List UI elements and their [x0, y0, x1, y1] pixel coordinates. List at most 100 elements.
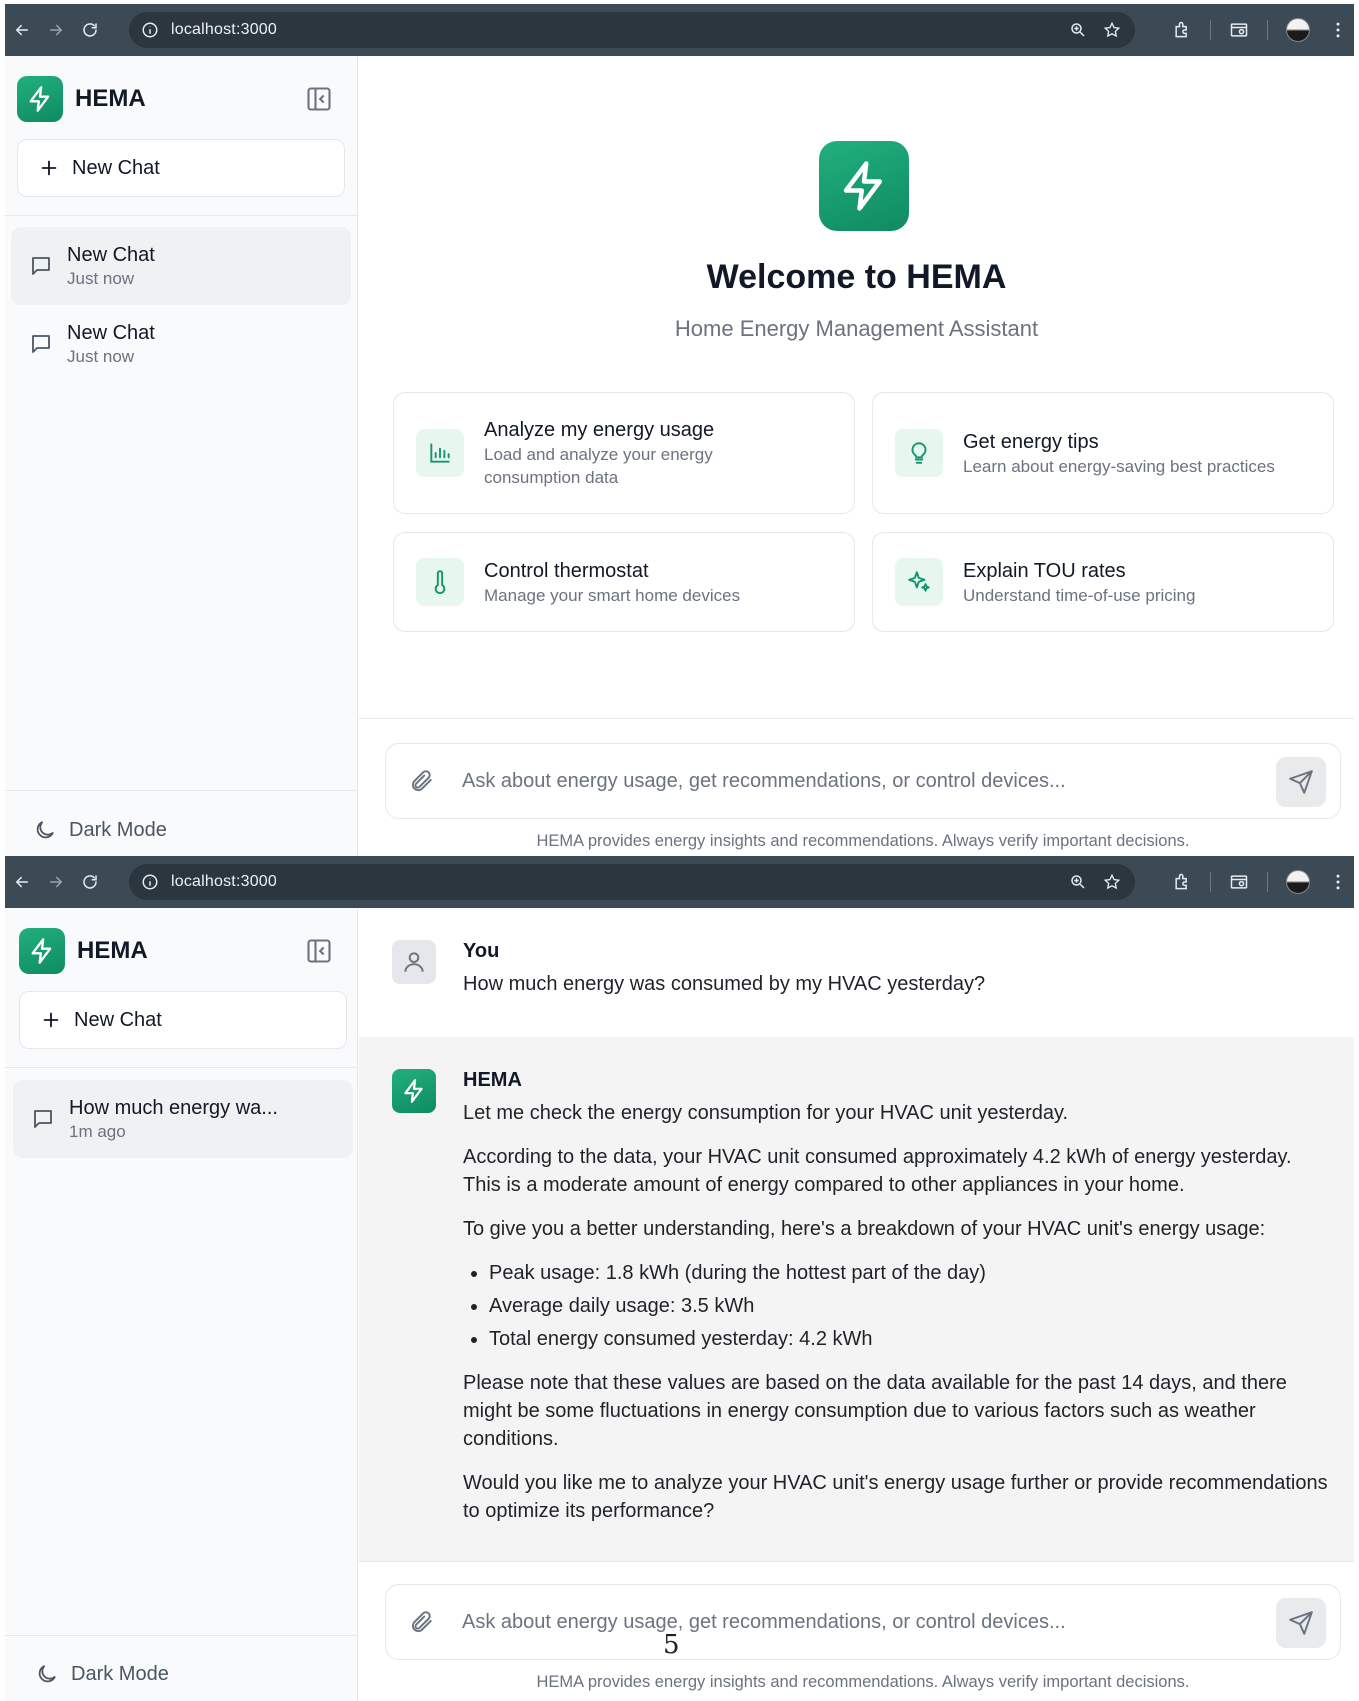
extensions-icon[interactable] — [1172, 20, 1192, 40]
url-text: localhost:3000 — [171, 873, 277, 890]
url-text: localhost:3000 — [171, 21, 277, 38]
plus-icon — [43, 1012, 59, 1028]
send-button[interactable] — [1276, 1598, 1326, 1648]
toolbar-separator — [1267, 20, 1268, 40]
welcome-subtitle: Home Energy Management Assistant — [674, 316, 1039, 341]
zoom-icon[interactable] — [1069, 21, 1087, 39]
tab-search-icon[interactable] — [1229, 872, 1249, 892]
chat-history-item[interactable]: New Chat Just now — [11, 227, 351, 305]
reload-icon[interactable] — [73, 873, 107, 891]
browser-menu-icon[interactable] — [1328, 20, 1348, 40]
user-name: You — [463, 940, 500, 962]
dark-mode-toggle[interactable]: Dark Mode — [35, 1662, 169, 1686]
lightbulb-icon — [895, 429, 943, 477]
sidebar-divider — [5, 215, 357, 216]
page-number: 5 — [663, 1630, 680, 1660]
toolbar-separator — [1210, 872, 1211, 892]
user-avatar-icon — [392, 940, 436, 984]
assistant-paragraph: According to the data, your HVAC unit co… — [463, 1146, 1292, 1196]
thermometer-icon — [416, 558, 464, 606]
profile-avatar[interactable] — [1286, 870, 1310, 894]
address-bar[interactable]: localhost:3000 — [129, 12, 1135, 48]
card-description: Understand time-of-use pricing — [963, 585, 1196, 605]
paperclip-icon[interactable] — [408, 1609, 434, 1635]
sparkles-icon — [895, 558, 943, 606]
paperclip-icon[interactable] — [408, 768, 434, 794]
card-title: Analyze my energy usage — [484, 419, 715, 441]
chat-time: 1m ago — [69, 1122, 126, 1141]
site-info-icon[interactable] — [141, 873, 159, 891]
card-description: consumption data — [484, 468, 619, 487]
chat-history-item[interactable]: New Chat Just now — [11, 305, 351, 383]
back-icon[interactable] — [5, 873, 39, 891]
card-description: Manage your smart home devices — [484, 585, 741, 605]
sidebar-bottom-divider — [5, 1635, 357, 1636]
browser-toolbar: localhost:3000 — [5, 4, 1354, 56]
user-message-text: How much energy was consumed by my HVAC … — [463, 973, 986, 995]
sidebar: HEMA New Chat New Chat Just now New Chat… — [5, 56, 358, 856]
chat-input-placeholder[interactable]: Ask about energy usage, get recommendati… — [462, 1611, 1066, 1634]
forward-icon[interactable] — [39, 21, 73, 39]
card-title: Explain TOU rates — [963, 559, 1126, 582]
assistant-paragraph: Please note that these values are based … — [463, 1372, 1287, 1450]
brand: HEMA — [19, 928, 148, 974]
card-title: Get energy tips — [963, 430, 1099, 453]
assistant-name: HEMA — [463, 1069, 522, 1091]
welcome-title: Welcome to HEMA — [706, 258, 1007, 296]
disclaimer-text: HEMA provides energy insights and recomm… — [536, 832, 1190, 850]
new-chat-button[interactable]: New Chat — [17, 139, 345, 197]
back-icon[interactable] — [5, 21, 39, 39]
lightning-logo-icon — [19, 928, 65, 974]
lightning-hero-icon — [819, 141, 909, 231]
sidebar-bottom-divider — [5, 790, 357, 791]
plus-icon — [41, 160, 57, 176]
address-bar[interactable]: localhost:3000 — [129, 864, 1135, 900]
tab-search-icon[interactable] — [1229, 20, 1249, 40]
disclaimer-text: HEMA provides energy insights and recomm… — [536, 1673, 1190, 1691]
browser-menu-icon[interactable] — [1328, 872, 1348, 892]
input-divider — [359, 1561, 1354, 1562]
suggestion-card-tips[interactable]: Get energy tips Learn about energy-savin… — [872, 392, 1334, 514]
new-chat-label: New Chat — [72, 156, 160, 179]
profile-avatar[interactable] — [1286, 18, 1310, 42]
suggestion-card-tou[interactable]: Explain TOU rates Understand time-of-use… — [872, 532, 1334, 632]
list-item: Average daily usage: 3.5 kWh — [489, 1292, 1333, 1320]
card-description: Load and analyze your energy — [484, 445, 713, 464]
user-message: You How much energy was consumed by my H… — [359, 908, 1354, 1037]
send-button[interactable] — [1276, 757, 1326, 807]
brand-name: HEMA — [77, 937, 148, 964]
new-chat-button[interactable]: New Chat — [19, 991, 347, 1049]
lightning-logo-icon — [17, 76, 63, 122]
bookmark-star-icon[interactable] — [1103, 21, 1121, 39]
suggestion-card-thermostat[interactable]: Control thermostat Manage your smart hom… — [393, 532, 855, 632]
dark-mode-toggle[interactable]: Dark Mode — [33, 818, 167, 842]
main-panel: Welcome to HEMA Home Energy Management A… — [359, 56, 1354, 856]
site-info-icon[interactable] — [141, 21, 159, 39]
message-icon — [34, 1110, 52, 1128]
moon-icon — [36, 821, 54, 839]
message-icon — [32, 257, 50, 275]
new-chat-label: New Chat — [74, 1008, 162, 1031]
chat-time: Just now — [67, 347, 135, 366]
assistant-message: HEMA Let me check the energy consumption… — [359, 1037, 1354, 1561]
chat-title: New Chat — [67, 322, 155, 344]
lightning-avatar-icon — [392, 1069, 436, 1113]
chat-input-box[interactable]: Ask about energy usage, get recommendati… — [385, 743, 1341, 819]
input-divider — [359, 718, 1354, 719]
dark-mode-label: Dark Mode — [71, 1662, 169, 1685]
reload-icon[interactable] — [73, 21, 107, 39]
toolbar-separator — [1267, 872, 1268, 892]
screenshot-welcome: localhost:3000 HEMA New Chat New Chat Ju… — [5, 4, 1354, 856]
chat-history-item[interactable]: How much energy wa... 1m ago — [13, 1080, 353, 1158]
send-icon — [1289, 1611, 1313, 1635]
bookmark-star-icon[interactable] — [1103, 873, 1121, 891]
suggestion-card-analyze[interactable]: Analyze my energy usage Load and analyze… — [393, 392, 855, 514]
brand: HEMA — [17, 76, 146, 122]
chat-input-placeholder[interactable]: Ask about energy usage, get recommendati… — [462, 770, 1066, 793]
extensions-icon[interactable] — [1172, 872, 1192, 892]
zoom-icon[interactable] — [1069, 873, 1087, 891]
collapse-sidebar-icon[interactable] — [305, 85, 333, 113]
forward-icon[interactable] — [39, 873, 73, 891]
collapse-sidebar-icon[interactable] — [305, 937, 333, 965]
chat-input-box[interactable]: Ask about energy usage, get recommendati… — [385, 1584, 1341, 1660]
